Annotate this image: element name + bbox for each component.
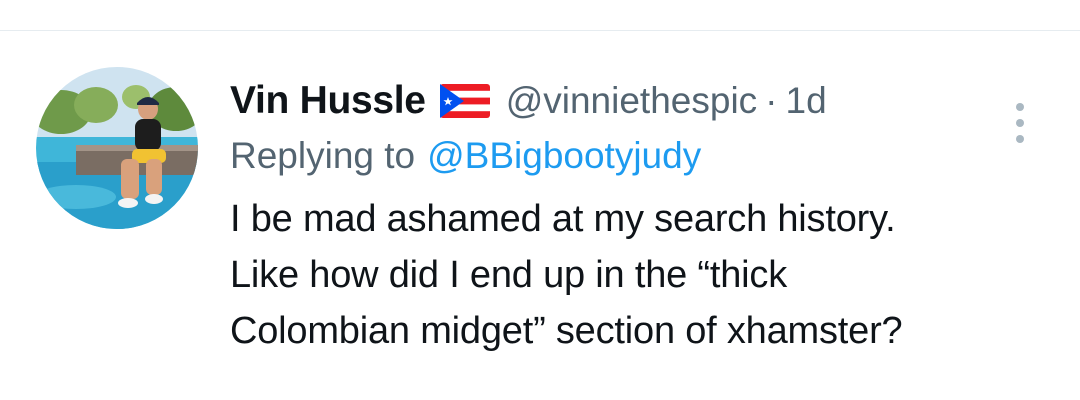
tweet-content: Vin Hussle @vinniethespic · 1d Replying … xyxy=(230,73,1050,359)
more-dot xyxy=(1016,119,1024,127)
tweet-text-line: Colombian midget” section of xhamster? xyxy=(230,310,903,352)
replying-to: Replying to @BBigbootyjudy xyxy=(230,131,1050,181)
timestamp[interactable]: 1d xyxy=(786,80,827,122)
avatar[interactable] xyxy=(36,67,198,229)
puerto-rico-flag-icon xyxy=(439,84,490,118)
replying-to-mention[interactable]: @BBigbootyjudy xyxy=(427,135,701,177)
tweet-text-line: Like how did I end up in the “thick xyxy=(230,254,788,296)
user-handle[interactable]: @vinniethespic xyxy=(506,80,757,122)
more-vertical-icon[interactable] xyxy=(1000,101,1040,145)
tweet-header: Vin Hussle @vinniethespic · 1d xyxy=(230,73,1050,129)
tweet-text-line: I be mad ashamed at my search history. xyxy=(230,198,896,240)
more-dot xyxy=(1016,135,1024,143)
display-name[interactable]: Vin Hussle xyxy=(230,79,426,123)
separator-dot: · xyxy=(765,80,778,121)
replying-to-label: Replying to xyxy=(230,135,416,176)
tweet-text: I be mad ashamed at my search history. L… xyxy=(230,191,1060,359)
more-dot xyxy=(1016,103,1024,111)
tweet[interactable]: Vin Hussle @vinniethespic · 1d Replying … xyxy=(0,31,1080,400)
